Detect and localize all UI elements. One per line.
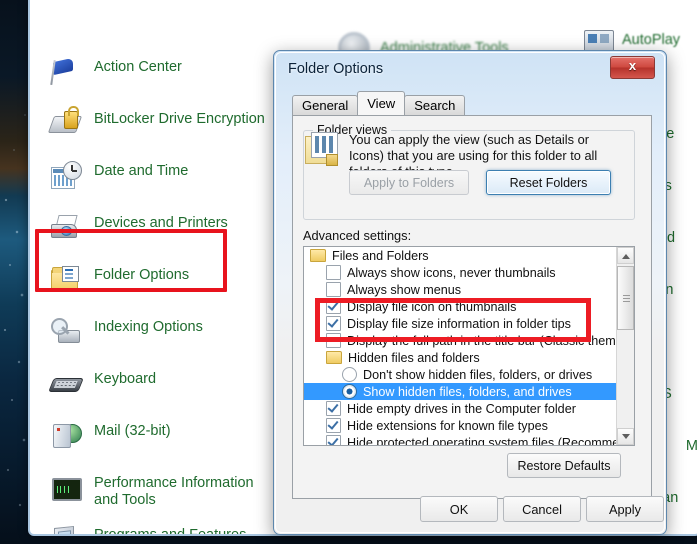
advanced-settings-list[interactable]: Files and Folders Always show icons, nev… — [303, 246, 635, 446]
list-item[interactable]: Hide empty drives in the Computer folder — [304, 400, 634, 417]
restore-defaults-button[interactable]: Restore Defaults — [507, 453, 621, 478]
reset-folders-button[interactable]: Reset Folders — [486, 170, 611, 195]
list-item-label: Hide extensions for known file types — [347, 418, 548, 433]
list-item-label: Always show icons, never thumbnails — [347, 265, 556, 280]
list-item-label: Files and Folders — [332, 248, 429, 263]
control-panel-item-label: Indexing Options — [94, 319, 203, 335]
dialog-titlebar[interactable]: Folder Options x — [276, 53, 664, 91]
control-panel-item-label: Performance Information and Tools — [94, 475, 254, 508]
control-panel-item-autoplay[interactable]: AutoPlay — [622, 32, 680, 48]
dialog-tabstrip: General View Search — [292, 91, 466, 115]
control-panel-item-folder-options[interactable]: Folder Options — [50, 264, 310, 316]
folder-view-icon — [305, 132, 339, 166]
checkbox-icon[interactable] — [326, 265, 341, 280]
programs-box-icon — [50, 524, 82, 534]
scrollbar-thumb[interactable] — [617, 266, 634, 330]
control-panel-item-list: Action Center BitLocker Drive Encryption… — [47, 56, 310, 536]
cancel-button[interactable]: Cancel — [503, 496, 581, 522]
list-item[interactable]: Always show icons, never thumbnails — [304, 264, 634, 281]
list-item[interactable]: Always show menus — [304, 281, 634, 298]
checkbox-icon[interactable] — [326, 316, 341, 331]
scrollbar-vertical[interactable] — [616, 247, 634, 445]
advanced-settings-label: Advanced settings: — [303, 228, 412, 243]
control-panel-item-label: Folder Options — [94, 267, 190, 283]
control-panel-item-label: Keyboard — [94, 371, 157, 387]
list-item-label: Don't show hidden files, folders, or dri… — [363, 367, 593, 382]
close-icon[interactable]: x — [610, 56, 655, 79]
list-item-label: Display file icon on thumbnails — [347, 299, 517, 314]
checkbox-icon[interactable] — [326, 435, 341, 445]
checkbox-icon[interactable] — [326, 333, 341, 348]
control-panel-item-bitlocker-drive-encryption[interactable]: BitLocker Drive Encryption — [47, 106, 310, 160]
performance-monitor-icon — [50, 472, 82, 504]
magnifier-icon — [50, 316, 82, 348]
list-item[interactable]: Display file icon on thumbnails — [304, 298, 634, 315]
checkbox-icon[interactable] — [326, 299, 341, 314]
list-item[interactable]: Hide protected operating system files (R… — [304, 434, 635, 446]
control-panel-item-label: Action Center — [94, 59, 182, 75]
tab-panel-view: Folder views You can apply the view (suc… — [292, 115, 652, 499]
control-panel-item-label: Devices and Printers — [94, 215, 228, 231]
folder-options-icon — [50, 264, 82, 296]
list-item-label: Hide protected operating system files (R… — [347, 435, 635, 446]
list-item[interactable]: Don't show hidden files, folders, or dri… — [304, 366, 634, 383]
list-item[interactable]: Files and Folders — [304, 247, 634, 264]
control-panel-item-label: BitLocker Drive Encryption — [94, 111, 265, 127]
control-panel-item-performance-information-and-tools[interactable]: Performance Information and Tools — [50, 472, 310, 524]
dialog-title: Folder Options — [288, 61, 384, 77]
control-panel-item-programs-and-features[interactable]: Programs and Features — [50, 524, 310, 536]
tab-search[interactable]: Search — [404, 95, 466, 115]
folder-icon — [310, 249, 326, 262]
folder-icon — [326, 351, 342, 364]
list-item[interactable]: Display the full path in the title bar (… — [304, 332, 634, 349]
control-panel-item-devices-and-printers[interactable]: Devices and Printers — [50, 212, 310, 264]
control-panel-item-action-center[interactable]: Action Center — [50, 56, 310, 108]
list-item-label: Hidden files and folders — [348, 350, 480, 365]
list-item-label: Display file size information in folder … — [347, 316, 571, 331]
checkbox-icon[interactable] — [326, 418, 341, 433]
tab-general[interactable]: General — [292, 95, 359, 115]
list-item-label: Always show menus — [347, 282, 462, 297]
keyboard-icon — [48, 368, 84, 400]
control-panel-item-indexing-options[interactable]: Indexing Options — [50, 316, 310, 368]
apply-to-folders-button[interactable]: Apply to Folders — [349, 170, 469, 195]
calendar-clock-icon — [50, 160, 82, 192]
mailbox-globe-icon — [50, 420, 82, 452]
list-item-selected[interactable]: Show hidden files, folders, and drives — [304, 383, 634, 400]
list-item[interactable]: Hidden files and folders — [304, 349, 634, 366]
ok-button[interactable]: OK — [420, 496, 498, 522]
checkbox-icon[interactable] — [326, 401, 341, 416]
control-panel-item-label: Date and Time — [94, 163, 189, 179]
printer-icon — [50, 212, 82, 244]
bitlocker-drive-icon — [47, 106, 83, 140]
dialog-inner-frame: Folder Options x General View Search Fol… — [275, 52, 665, 533]
wallpaper-texture — [0, 0, 30, 544]
control-panel-item-label: Programs and Features — [94, 527, 247, 536]
list-item-label: Hide empty drives in the Computer folder — [347, 401, 576, 416]
list-item-label: Show hidden files, folders, and drives — [363, 384, 575, 399]
folder-options-dialog: Folder Options x General View Search Fol… — [273, 50, 667, 535]
list-item[interactable]: Display file size information in folder … — [304, 315, 634, 332]
list-item-label: Display the full path in the title bar (… — [347, 333, 635, 348]
close-glyph: x — [628, 58, 637, 73]
scroll-up-icon[interactable] — [617, 247, 634, 264]
dialog-footer: OK Cancel Apply — [276, 496, 664, 526]
checkbox-icon[interactable] — [326, 282, 341, 297]
control-panel-item-keyboard[interactable]: Keyboard — [48, 368, 310, 420]
list-item[interactable]: Hide extensions for known file types — [304, 417, 634, 434]
tab-view[interactable]: View — [357, 91, 406, 115]
scroll-down-icon[interactable] — [617, 428, 634, 445]
apply-button[interactable]: Apply — [586, 496, 664, 522]
radio-icon[interactable] — [342, 384, 357, 399]
control-panel-item-label: Mail (32-bit) — [94, 423, 171, 439]
control-panel-item-date-and-time[interactable]: Date and Time — [50, 160, 310, 212]
control-panel-item-mail[interactable]: Mail (32-bit) — [50, 420, 310, 472]
radio-icon[interactable] — [342, 367, 357, 382]
flag-icon — [50, 56, 82, 88]
